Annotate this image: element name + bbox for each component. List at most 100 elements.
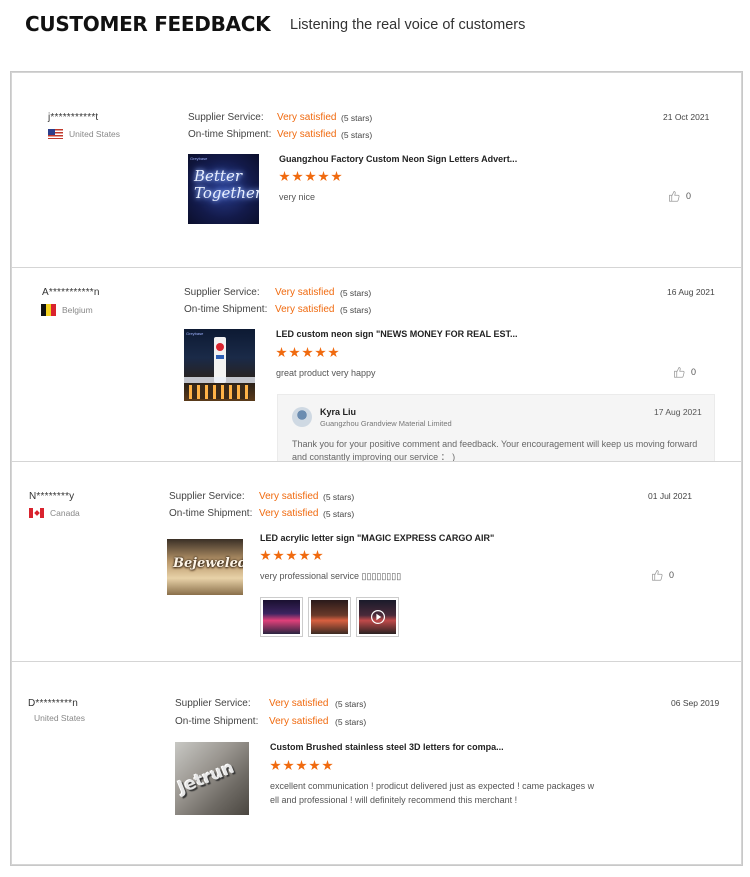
country-label: United States <box>69 129 121 139</box>
supplier-service-stars: (5 stars) <box>323 492 355 502</box>
review-date: 01 Jul 2021 <box>648 491 692 501</box>
like-count: 0 <box>686 191 692 201</box>
star-icon <box>299 550 310 561</box>
review-comment-line-1: excellent communication ! prodicut deliv… <box>270 781 595 791</box>
country-label: Canada <box>50 508 80 518</box>
product-thumbnail[interactable]: Bejeweled <box>167 539 243 595</box>
shipment-value: Very satisfied <box>259 508 319 519</box>
thumb-tag: Greybase <box>186 331 204 336</box>
star-icon <box>283 760 294 771</box>
star-icon <box>292 171 303 182</box>
star-icon <box>276 347 287 358</box>
reviewer-name: N********y <box>29 491 75 502</box>
review-comment: very nice <box>279 192 316 202</box>
product-title[interactable]: Custom Brushed stainless steel 3D letter… <box>270 742 504 752</box>
review-date: 21 Oct 2021 <box>663 112 710 122</box>
review-card: D*********n United States Supplier Servi… <box>11 661 742 865</box>
like-count: 0 <box>669 570 675 580</box>
star-icon <box>296 760 307 771</box>
review-date: 06 Sep 2019 <box>671 698 720 708</box>
star-icon <box>289 347 300 358</box>
rating-stars <box>276 347 339 358</box>
shipment-stars: (5 stars) <box>340 305 372 315</box>
shipment-value: Very satisfied <box>277 129 337 140</box>
review-comment-line-2: ell and professional ! will definitely r… <box>270 795 518 805</box>
shipment-label: On-time Shipment: <box>175 716 259 727</box>
country-label: Belgium <box>62 305 93 315</box>
supplier-service-value: Very satisfied <box>275 287 335 298</box>
shipment-stars: (5 stars) <box>335 717 367 727</box>
shipment-stars: (5 stars) <box>341 130 373 140</box>
review-photo-thumb[interactable] <box>308 597 351 637</box>
star-icon <box>318 171 329 182</box>
supplier-service-label: Supplier Service: <box>175 698 251 709</box>
thumb-tag: Greybase <box>190 156 208 161</box>
reply-text: Thank you for your positive comment and … <box>292 439 698 462</box>
product-thumbnail[interactable]: Greybase Better Together <box>188 154 259 224</box>
us-flag-icon <box>48 129 63 139</box>
review-card: j***********t United States Supplier Ser… <box>11 72 742 268</box>
page-subtitle: Listening the real voice of customers <box>290 17 526 33</box>
rating-stars <box>270 760 333 771</box>
review-card: N********y Canada Supplier Service: Very… <box>11 461 742 662</box>
thumbs-up-icon <box>674 367 685 378</box>
review-photo-thumb[interactable] <box>260 597 303 637</box>
like-button[interactable]: 0 <box>668 190 691 202</box>
supplier-service-stars: (5 stars) <box>341 113 373 123</box>
supplier-service-label: Supplier Service: <box>184 287 260 298</box>
country-label: United States <box>34 713 86 723</box>
review-comment: great product very happy <box>276 368 376 378</box>
reviewer-country: United States <box>48 129 120 139</box>
star-icon <box>302 347 313 358</box>
rating-stars <box>260 550 323 561</box>
reviewer-name: D*********n <box>28 698 79 709</box>
star-icon <box>279 171 290 182</box>
star-icon <box>312 550 323 561</box>
thumbs-up-icon <box>652 570 663 581</box>
product-title[interactable]: LED custom neon sign "NEWS MONEY FOR REA… <box>276 329 517 339</box>
supplier-service-label: Supplier Service: <box>169 491 245 502</box>
like-count: 0 <box>691 367 697 377</box>
star-icon <box>309 760 320 771</box>
reviewer-country: Belgium <box>41 304 93 316</box>
rating-stars <box>279 171 342 182</box>
review-comment: very professional service ▯▯▯▯▯▯▯▯ <box>260 571 402 581</box>
review-date: 16 Aug 2021 <box>667 287 715 297</box>
reviewer-country: United States <box>34 713 85 723</box>
reviewer-name: j***********t <box>48 112 99 123</box>
star-icon <box>315 347 326 358</box>
shipment-label: On-time Shipment: <box>188 129 272 140</box>
neon-text: Better Together <box>194 167 259 202</box>
shipment-label: On-time Shipment: <box>169 508 253 519</box>
sign-text: Bejeweled <box>173 556 243 571</box>
product-thumbnail[interactable]: Jetrun <box>175 742 249 815</box>
like-button[interactable]: 0 <box>673 366 696 378</box>
avatar <box>292 407 312 427</box>
product-title[interactable]: Guangzhou Factory Custom Neon Sign Lette… <box>279 154 517 164</box>
shipment-value: Very satisfied <box>269 716 329 727</box>
supplier-service-value: Very satisfied <box>259 491 319 502</box>
play-icon <box>371 610 385 624</box>
product-title[interactable]: LED acrylic letter sign "MAGIC EXPRESS C… <box>260 533 494 543</box>
star-icon <box>273 550 284 561</box>
shipment-value: Very satisfied <box>275 304 335 315</box>
review-card: A***********n Belgium Supplier Service: … <box>11 267 742 462</box>
reply-date: 17 Aug 2021 <box>654 407 702 417</box>
reply-author: Kyra Liu <box>320 407 357 417</box>
star-icon <box>331 171 342 182</box>
supplier-service-value: Very satisfied <box>277 112 337 123</box>
shipment-label: On-time Shipment: <box>184 304 268 315</box>
product-thumbnail[interactable]: Greybase <box>184 329 255 401</box>
canada-flag-icon <box>29 508 44 518</box>
star-icon <box>328 347 339 358</box>
star-icon <box>305 171 316 182</box>
star-icon <box>260 550 271 561</box>
review-video-thumb[interactable] <box>356 597 399 637</box>
reviewer-country: Canada <box>29 508 80 518</box>
supplier-service-stars: (5 stars) <box>340 288 372 298</box>
supplier-service-stars: (5 stars) <box>335 699 367 709</box>
star-icon <box>322 760 333 771</box>
belgium-flag-icon <box>41 304 56 316</box>
reviewer-name: A***********n <box>42 287 100 298</box>
like-button[interactable]: 0 <box>651 569 674 581</box>
